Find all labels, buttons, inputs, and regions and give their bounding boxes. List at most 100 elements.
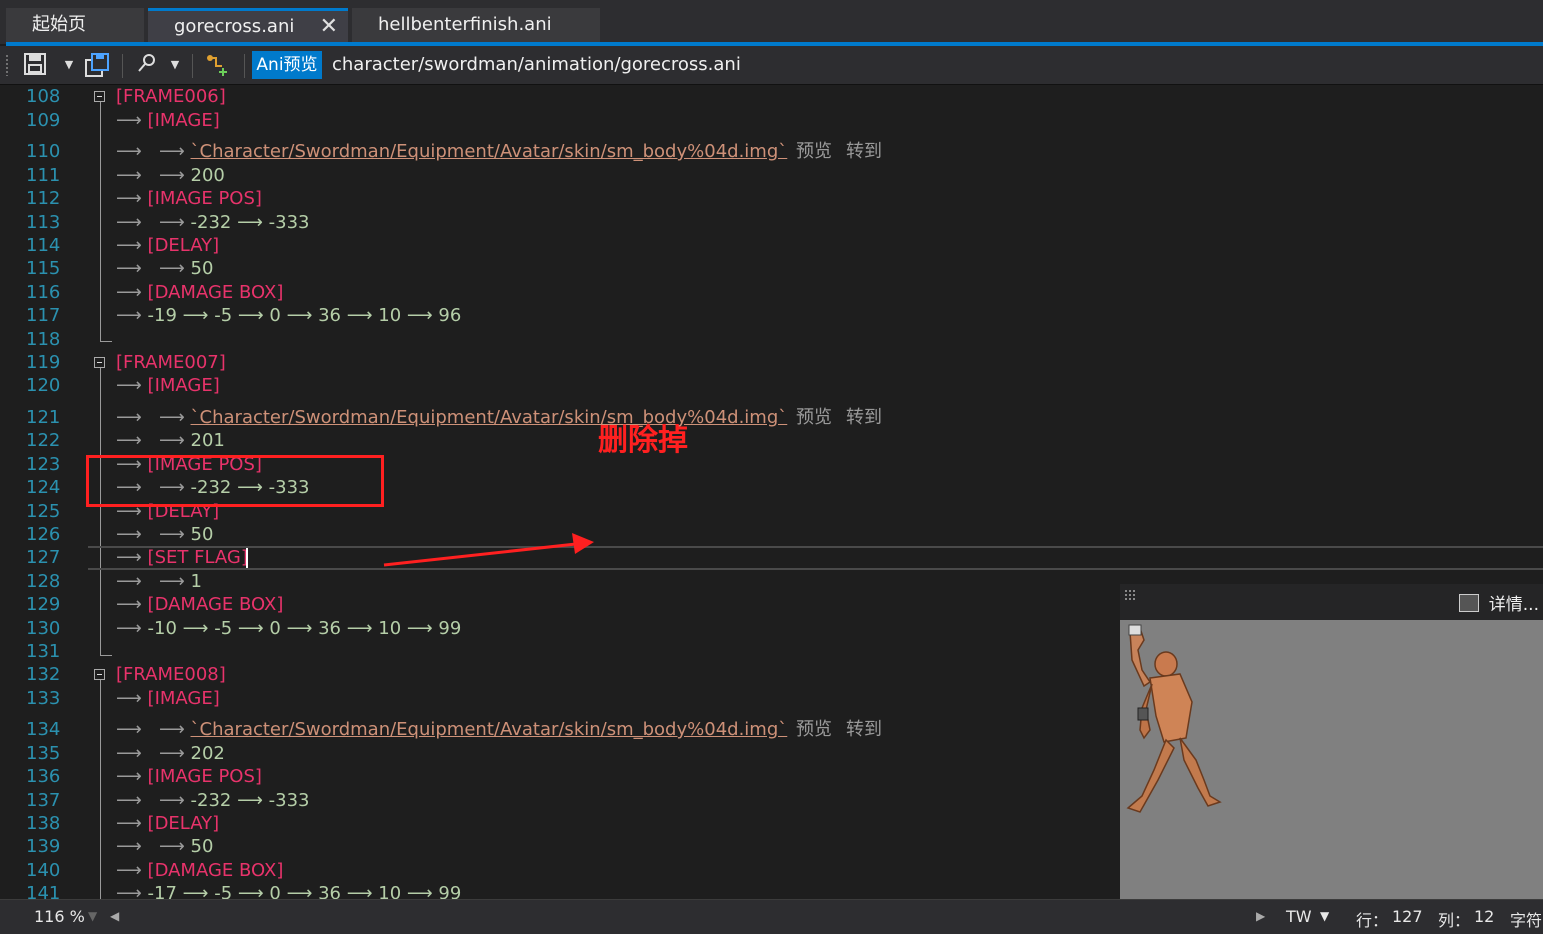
line-number: 109 [26, 110, 61, 131]
row-label: 行： [1356, 911, 1389, 930]
line-number: 111 [26, 165, 61, 186]
tab-arrow: ⟶ [158, 743, 185, 764]
file-path: character/swordman/animation/gorecross.a… [332, 54, 741, 75]
section-tag: [DAMAGE BOX] [147, 282, 284, 303]
toolbar-separator [122, 54, 123, 78]
line-number: 116 [26, 282, 61, 303]
tab-arrow: ⟶ [116, 688, 142, 709]
set-flag-tag: [SET FLAG] [147, 547, 248, 568]
line-number: 130 [26, 618, 61, 639]
zoom-dropdown-arrow-icon[interactable]: ▼ [88, 909, 97, 923]
section-tag: [IMAGE] [147, 375, 220, 396]
toolbar-separator [244, 54, 245, 78]
tab-arrow: ⟶ [158, 719, 185, 740]
tab-arrow: ⟶ [116, 212, 142, 233]
fold-guide-end [100, 341, 112, 342]
tab-arrow: ⟶ [116, 790, 142, 811]
toolbar: ▼ ▼ [0, 46, 1543, 85]
line-number: 141 [26, 883, 61, 899]
tab-bar: 起始页 gorecross.ani ✕ hellbenterfinish.ani [0, 0, 1543, 44]
line-number: 112 [26, 188, 61, 209]
section-tag: [DELAY] [147, 813, 220, 834]
preview-link[interactable]: 预览 [796, 719, 832, 740]
section-tag: [IMAGE] [147, 688, 220, 709]
line-number: 119 [26, 352, 61, 373]
line-number: 110 [26, 141, 61, 162]
line-number: 135 [26, 743, 61, 764]
tab-arrow: ⟶ [116, 860, 142, 881]
line-number: 108 [26, 86, 61, 107]
collapse-icon[interactable] [94, 357, 105, 368]
close-icon[interactable]: ✕ [320, 11, 338, 42]
scroll-right-icon[interactable]: ▶ [1256, 909, 1265, 923]
section-tag: [IMAGE] [147, 110, 220, 131]
line-number: 133 [26, 688, 61, 709]
fold-guide [100, 367, 101, 655]
encoding-dropdown-arrow-icon[interactable]: ▼ [1320, 909, 1329, 923]
scroll-left-icon[interactable]: ◀ [110, 909, 119, 923]
preview-panel: 详情... [1120, 584, 1543, 899]
highlight-box [86, 455, 384, 507]
goto-link[interactable]: 转到 [846, 719, 882, 740]
image-path-link[interactable]: `Character/Swordman/Equipment/Avatar/ski… [191, 407, 788, 428]
tab-arrow: ⟶ [116, 743, 142, 764]
tab-arrow: ⟶ [158, 430, 185, 451]
encoding[interactable]: TW [1286, 907, 1312, 926]
image-path-link[interactable]: `Character/Swordman/Equipment/Avatar/ski… [191, 141, 788, 162]
line-number: 137 [26, 790, 61, 811]
zoom-level[interactable]: 116 % [34, 907, 85, 926]
line-number: 125 [26, 501, 61, 522]
details-button[interactable]: 详情... [1458, 590, 1539, 615]
section-tag: [IMAGE POS] [147, 188, 262, 209]
tab-start-page[interactable]: 起始页 [6, 8, 144, 42]
preview-link[interactable]: 预览 [796, 407, 832, 428]
tab-arrow: ⟶ [158, 258, 185, 279]
find-dropdown-arrow-icon[interactable]: ▼ [168, 52, 182, 78]
tab-arrow: ⟶ [116, 430, 142, 451]
value: -10 ⟶ -5 ⟶ 0 ⟶ 36 ⟶ 10 ⟶ 99 [147, 618, 462, 639]
tab-label: gorecross.ani [174, 16, 295, 37]
tab-arrow: ⟶ [158, 165, 185, 186]
collapse-icon[interactable] [94, 91, 105, 102]
section-tag: [DELAY] [147, 235, 220, 256]
tab-arrow: ⟶ [116, 813, 142, 834]
ani-preview-button[interactable]: Ani预览 [252, 51, 322, 79]
tab-arrow: ⟶ [116, 594, 142, 615]
fold-guide [100, 101, 101, 341]
save-dropdown-arrow-icon[interactable]: ▼ [62, 52, 76, 78]
tab-arrow: ⟶ [116, 305, 142, 326]
tab-label: hellbenterfinish.ani [378, 14, 552, 35]
value: 200 [190, 165, 225, 186]
tab-arrow: ⟶ [116, 258, 142, 279]
line-number: 115 [26, 258, 61, 279]
find-icon[interactable] [134, 52, 160, 78]
fold-guide [100, 680, 101, 899]
line-number: 139 [26, 836, 61, 857]
line-number: 118 [26, 329, 61, 350]
goto-link[interactable]: 转到 [846, 407, 882, 428]
drag-handle-icon[interactable] [1124, 589, 1136, 601]
line-number: 138 [26, 813, 61, 834]
value: -17 ⟶ -5 ⟶ 0 ⟶ 36 ⟶ 10 ⟶ 99 [147, 883, 462, 899]
line-number: 140 [26, 860, 61, 881]
tab-arrow: ⟶ [116, 407, 142, 428]
tab-arrow: ⟶ [116, 375, 142, 396]
toolbar-grip-icon[interactable] [5, 54, 9, 76]
preview-link[interactable]: 预览 [796, 141, 832, 162]
add-frame-icon[interactable] [204, 52, 230, 78]
save-all-icon[interactable] [84, 52, 110, 78]
tab-arrow: ⟶ [116, 836, 142, 857]
sprite-preview [1120, 620, 1543, 899]
col-value: 12 [1474, 907, 1495, 926]
section-header: [FRAME008] [116, 664, 226, 685]
line-number: 122 [26, 430, 61, 451]
image-path-link[interactable]: `Character/Swordman/Equipment/Avatar/ski… [191, 719, 788, 740]
character-sprite-icon [1126, 624, 1222, 813]
tab-hellbenterfinish[interactable]: hellbenterfinish.ani [352, 8, 600, 42]
save-icon[interactable] [22, 52, 48, 78]
tab-arrow: ⟶ [158, 407, 185, 428]
goto-link[interactable]: 转到 [846, 141, 882, 162]
tab-gorecross[interactable]: gorecross.ani ✕ [148, 8, 348, 42]
collapse-icon[interactable] [94, 669, 105, 680]
value: -19 ⟶ -5 ⟶ 0 ⟶ 36 ⟶ 10 ⟶ 96 [147, 305, 462, 326]
